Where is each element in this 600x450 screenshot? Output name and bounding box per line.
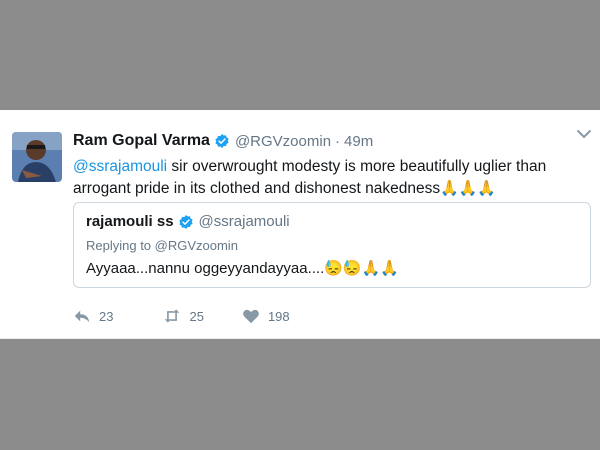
tweet-header: Ram Gopal Varma @RGVzoomin · 49m [73,128,373,154]
heart-icon [243,309,259,324]
retweet-count: 25 [189,308,204,324]
reply-icon [74,310,90,323]
quoted-emoji: 😓😓🙏🙏 [324,260,399,277]
mention-link[interactable]: @ssrajamouli [73,158,167,175]
tweet-text: @ssrajamouli sir overwrought modesty is … [73,156,583,200]
verified-badge-icon [215,134,229,148]
reply-button[interactable]: 23 [73,307,113,325]
author-name[interactable]: Ram Gopal Varma [73,132,210,150]
like-button[interactable]: 198 [242,307,290,325]
verified-badge-icon [178,214,193,229]
quoted-header: rajamouli ss @ssrajamouli [86,213,290,230]
quoted-author-name: rajamouli ss [86,213,174,230]
quoted-author-handle: @ssrajamouli [198,213,290,230]
chevron-down-icon[interactable] [576,128,592,140]
reply-count: 23 [99,308,114,324]
replying-to: Replying to @RGVzoomin [86,238,238,253]
author-handle[interactable]: @RGVzoomin [235,133,331,150]
quoted-tweet[interactable]: rajamouli ss @ssrajamouli Replying to @R… [73,202,591,288]
tweet-emoji: 🙏🙏🙏 [440,180,497,197]
like-count: 198 [267,308,290,324]
avatar[interactable] [12,132,62,182]
separator-dot: · [335,132,341,150]
tweet-card[interactable]: Ram Gopal Varma @RGVzoomin · 49m @ssraja… [0,110,600,339]
quoted-body: Ayyaaa...nannu oggeyyandayyaa.... [86,260,325,277]
retweet-icon [165,309,180,323]
card-divider [0,338,600,339]
tweet-actions: 23 25 198 [73,305,330,327]
retweet-button[interactable]: 25 [163,307,204,325]
quoted-text: Ayyaaa...nannu oggeyyandayyaa....😓😓🙏🙏 [86,259,399,277]
tweet-timestamp[interactable]: 49m [344,133,373,150]
